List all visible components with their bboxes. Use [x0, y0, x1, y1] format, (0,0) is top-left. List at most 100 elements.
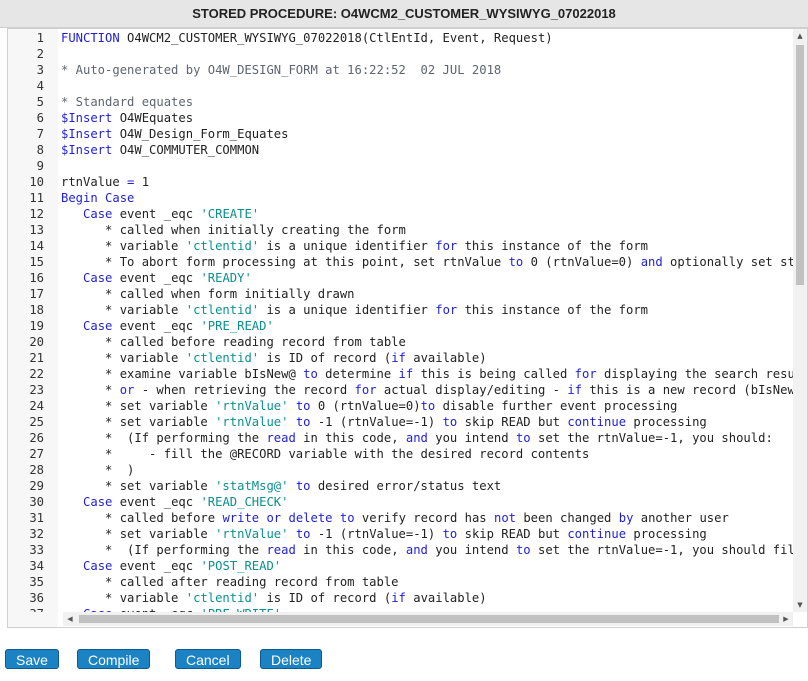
code-editor[interactable]: 1 FUNCTION O4WCM2_CUSTOMER_WYSIWYG_070220… [7, 28, 808, 628]
line-code: * called after reading record from table [61, 575, 399, 589]
line-code: * variable 'ctlentid' is a unique identi… [61, 303, 649, 317]
horizontal-scrollbar[interactable]: ◀ ▶ [63, 612, 793, 626]
code-line[interactable]: 10 rtnValue = 1 [8, 174, 793, 190]
code-line[interactable]: 34 Case event _eqc 'POST_READ' [8, 558, 793, 574]
line-number: 20 [29, 335, 44, 349]
code-line[interactable]: 8 $Insert O4W_COMMUTER_COMMON [8, 142, 793, 158]
code-line[interactable]: 11 Begin Case [8, 190, 793, 206]
code-line[interactable]: 1 FUNCTION O4WCM2_CUSTOMER_WYSIWYG_070220… [8, 30, 793, 46]
code-line[interactable]: 5 * Standard equates [8, 94, 793, 110]
code-line[interactable]: 36 * variable 'ctlentid' is ID of record… [8, 590, 793, 606]
delete-button[interactable]: Delete [260, 649, 323, 669]
code-line[interactable]: 23 * or - when retrieving the record for… [8, 382, 793, 398]
line-number: 3 [36, 63, 44, 77]
line-code: * ) [61, 463, 135, 477]
line-code: * called when form initially drawn [61, 287, 355, 301]
line-number: 36 [29, 591, 44, 605]
code-line[interactable]: 15 * To abort form processing at this po… [8, 254, 793, 270]
line-code: Case event _eqc 'READ_CHECK' [83, 495, 289, 509]
line-number: 27 [29, 447, 44, 461]
line-code: * called before reading record from tabl… [61, 335, 406, 349]
code-line[interactable]: 33 * (If performing the read in this cod… [8, 542, 793, 558]
code-line[interactable]: 21 * variable 'ctlentid' is ID of record… [8, 350, 793, 366]
line-number: 12 [29, 207, 44, 221]
code-line[interactable]: 17 * called when form initially drawn [8, 286, 793, 302]
line-number: 13 [29, 223, 44, 237]
code-lines[interactable]: 1 FUNCTION O4WCM2_CUSTOMER_WYSIWYG_070220… [8, 30, 793, 612]
code-line[interactable]: 6 $Insert O4WEquates [8, 110, 793, 126]
line-number: 37 [8, 606, 44, 612]
line-number: 28 [29, 463, 44, 477]
code-line[interactable]: 4 [8, 78, 793, 94]
line-code: * set variable 'statMsg@' to desired err… [61, 479, 502, 493]
code-line[interactable]: 9 [8, 158, 793, 174]
line-code: * variable 'ctlentid' is ID of record (i… [61, 591, 487, 605]
scroll-up-icon[interactable]: ▲ [793, 29, 807, 43]
code-line[interactable]: 30 Case event _eqc 'READ_CHECK' [8, 494, 793, 510]
line-number: 29 [29, 479, 44, 493]
save-button[interactable]: Save [5, 649, 59, 669]
line-code: Case event _eqc 'POST_READ' [83, 559, 282, 573]
code-line[interactable]: 28 * ) [8, 462, 793, 478]
line-number: 32 [29, 527, 44, 541]
code-line[interactable]: 25 * set variable 'rtnValue' to -1 (rtnV… [8, 414, 793, 430]
line-number: 4 [36, 79, 44, 93]
line-number: 7 [36, 127, 44, 141]
code-line[interactable]: 12 Case event _eqc 'CREATE' [8, 206, 793, 222]
line-code: Case event _eqc 'CREATE' [83, 207, 260, 221]
line-code: $Insert O4W_COMMUTER_COMMON [61, 143, 260, 157]
line-number: 14 [29, 239, 44, 253]
line-number: 16 [29, 271, 44, 285]
code-line[interactable]: 16 Case event _eqc 'READY' [8, 270, 793, 286]
line-code: * Standard equates [61, 95, 194, 109]
scroll-down-icon[interactable]: ▼ [793, 598, 807, 612]
code-line[interactable]: 3 * Auto-generated by O4W_DESIGN_FORM at … [8, 62, 793, 78]
window-title: STORED PROCEDURE: O4WCM2_CUSTOMER_WYSIWY… [0, 0, 808, 28]
line-number: 30 [29, 495, 44, 509]
line-code: * set variable 'rtnValue' to 0 (rtnValue… [61, 399, 678, 413]
vertical-scrollbar[interactable]: ▲ ▼ [793, 29, 807, 612]
line-number: 8 [36, 143, 44, 157]
code-line[interactable]: 35 * called after reading record from ta… [8, 574, 793, 590]
code-line[interactable]: 13 * called when initially creating the … [8, 222, 793, 238]
code-line[interactable]: 22 * examine variable bIsNew@ to determi… [8, 366, 793, 382]
line-code: $Insert O4W_Design_Form_Equates [61, 127, 289, 141]
line-code: * (If performing the read in this code, … [61, 431, 773, 445]
line-number: 35 [29, 575, 44, 589]
line-code: Case event _eqc 'READY' [83, 271, 252, 285]
code-line[interactable]: 2 [8, 46, 793, 62]
code-line[interactable]: 31 * called before write or delete to ve… [8, 510, 793, 526]
vertical-scroll-thumb[interactable] [796, 45, 804, 285]
code-line[interactable]: 26 * (If performing the read in this cod… [8, 430, 793, 446]
horizontal-scroll-thumb[interactable] [79, 615, 779, 623]
line-number: 24 [29, 399, 44, 413]
code-line[interactable]: 24 * set variable 'rtnValue' to 0 (rtnVa… [8, 398, 793, 414]
line-code: * (If performing the read in this code, … [61, 543, 793, 557]
compile-button[interactable]: Compile [77, 649, 151, 669]
scroll-right-icon[interactable]: ▶ [779, 612, 793, 626]
code-line[interactable]: 20 * called before reading record from t… [8, 334, 793, 350]
line-code: * called before write or delete to verif… [61, 511, 729, 525]
scroll-left-icon[interactable]: ◀ [63, 612, 77, 626]
line-code: Case event _eqc 'PRE_READ' [83, 319, 274, 333]
line-number: 19 [29, 319, 44, 333]
line-code: $Insert O4WEquates [61, 111, 194, 125]
line-number: 6 [36, 111, 44, 125]
code-line[interactable]: 27 * - fill the @RECORD variable with th… [8, 446, 793, 462]
line-code: * variable 'ctlentid' is ID of record (i… [61, 351, 487, 365]
line-code: FUNCTION O4WCM2_CUSTOMER_WYSIWYG_0702201… [61, 31, 553, 45]
line-code: Begin Case [61, 191, 135, 205]
line-code: * - fill the @RECORD variable with the d… [61, 447, 590, 461]
code-line[interactable]: 18 * variable 'ctlentid' is a unique ide… [8, 302, 793, 318]
line-number: 25 [29, 415, 44, 429]
cancel-button[interactable]: Cancel [175, 649, 241, 669]
code-line[interactable]: 7 $Insert O4W_Design_Form_Equates [8, 126, 793, 142]
line-number: 17 [29, 287, 44, 301]
line-code: * set variable 'rtnValue' to -1 (rtnValu… [61, 527, 707, 541]
code-line[interactable]: 14 * variable 'ctlentid' is a unique ide… [8, 238, 793, 254]
code-line[interactable]: 32 * set variable 'rtnValue' to -1 (rtnV… [8, 526, 793, 542]
code-line[interactable]: 19 Case event _eqc 'PRE_READ' [8, 318, 793, 334]
code-line[interactable]: 29 * set variable 'statMsg@' to desired … [8, 478, 793, 494]
line-code: * or - when retrieving the record for ac… [61, 383, 793, 397]
line-number: 11 [29, 191, 44, 205]
